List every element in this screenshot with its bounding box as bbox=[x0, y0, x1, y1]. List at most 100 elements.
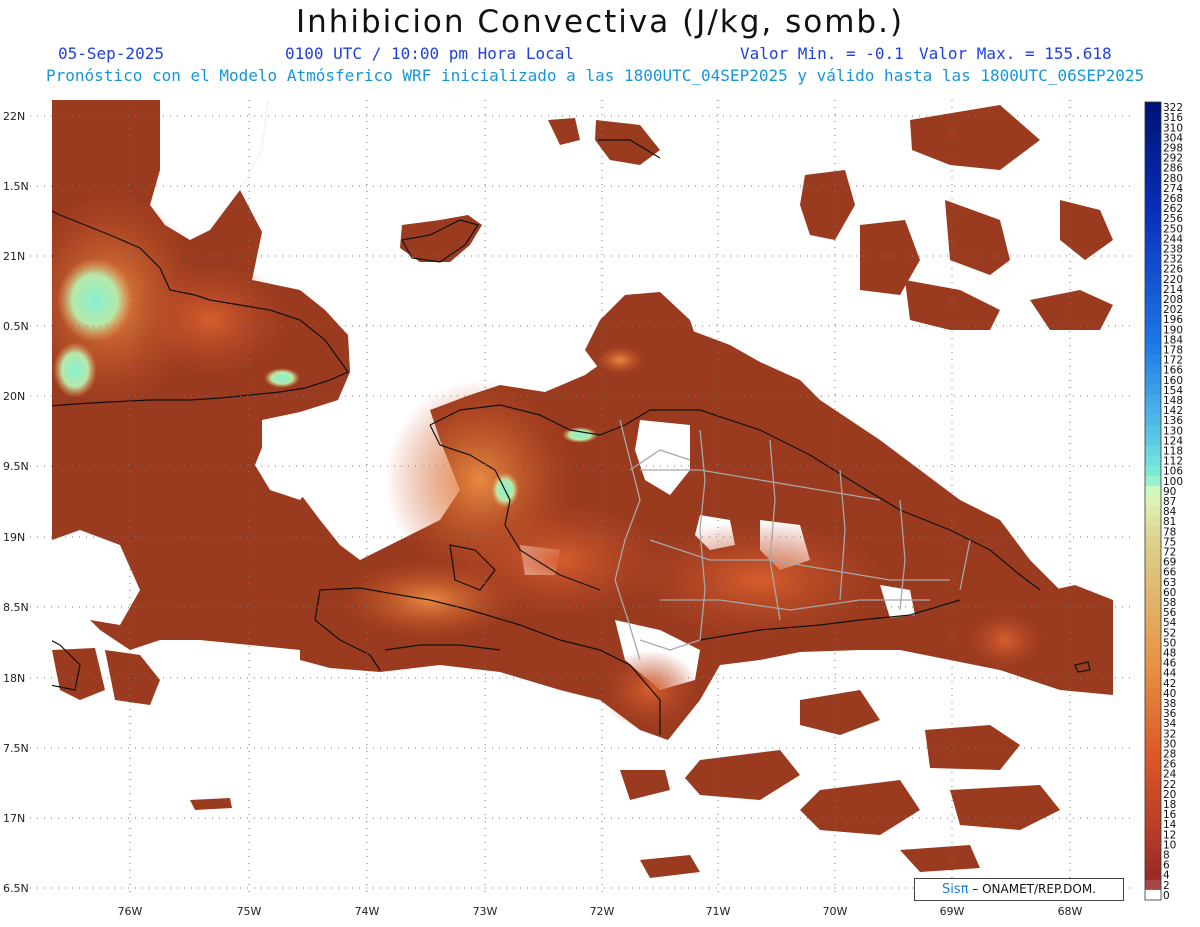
lat-label: 18N bbox=[3, 672, 25, 685]
colorbar-swatch bbox=[1145, 869, 1161, 881]
colorbar-swatch bbox=[1145, 283, 1161, 295]
colorbar-swatch bbox=[1145, 768, 1161, 780]
colorbar-swatch bbox=[1145, 314, 1161, 325]
colorbar-swatch bbox=[1145, 627, 1161, 638]
lon-label: 72W bbox=[590, 905, 615, 918]
colorbar-swatch bbox=[1145, 354, 1161, 366]
colorbar-swatch bbox=[1145, 293, 1161, 305]
colorbar-swatch bbox=[1145, 526, 1161, 537]
colorbar-swatch bbox=[1145, 798, 1161, 810]
lat-label: 19N bbox=[3, 531, 25, 544]
colorbar-swatch bbox=[1145, 243, 1161, 255]
lat-label: 8.5N bbox=[3, 601, 29, 614]
colorbar-swatch bbox=[1145, 778, 1161, 790]
colorbar-swatch bbox=[1145, 324, 1161, 335]
colorbar-swatch bbox=[1145, 506, 1161, 517]
lon-label: 75W bbox=[237, 905, 262, 918]
colorbar-swatch bbox=[1145, 435, 1161, 446]
lat-label: 6.5N bbox=[3, 882, 29, 895]
colorbar-swatch bbox=[1145, 728, 1161, 739]
colorbar-swatch bbox=[1145, 596, 1161, 608]
colorbar-swatch bbox=[1145, 697, 1161, 709]
colorbar-swatch bbox=[1145, 819, 1161, 830]
colorbar-swatch bbox=[1145, 809, 1161, 820]
lon-label: 70W bbox=[823, 905, 848, 918]
colorbar-swatch bbox=[1145, 516, 1161, 527]
colorbar-swatch bbox=[1145, 334, 1161, 345]
colorbar-swatch bbox=[1145, 162, 1161, 174]
lat-label: 17N bbox=[3, 812, 25, 825]
lat-label: 9.5N bbox=[3, 460, 29, 473]
colorbar-swatch bbox=[1145, 172, 1161, 184]
colorbar-swatch bbox=[1145, 586, 1161, 598]
colorbar-swatch bbox=[1145, 667, 1161, 679]
colorbar-swatch bbox=[1145, 122, 1161, 133]
lat-label: 7.5N bbox=[3, 742, 29, 755]
colorbar-swatch bbox=[1145, 425, 1161, 436]
colorbar-swatch bbox=[1145, 738, 1161, 749]
colorbar-swatch bbox=[1145, 394, 1161, 406]
lon-label: 69W bbox=[940, 905, 965, 918]
lat-label: 1.5N bbox=[3, 180, 29, 193]
colorbar-swatch bbox=[1145, 859, 1161, 871]
colorbar-swatch bbox=[1145, 344, 1161, 356]
colorbar-swatch bbox=[1145, 142, 1161, 154]
lon-label: 74W bbox=[355, 905, 380, 918]
colorbar-swatch bbox=[1145, 182, 1161, 194]
colorbar-swatch bbox=[1145, 849, 1161, 861]
colorbar-swatch bbox=[1145, 233, 1161, 244]
colorbar-swatch bbox=[1145, 546, 1161, 558]
colorbar-swatch bbox=[1145, 889, 1161, 901]
colorbar-swatch bbox=[1145, 112, 1161, 123]
colorbar-swatch bbox=[1145, 132, 1161, 143]
colorbar-swatch bbox=[1145, 718, 1161, 729]
colorbar-label: 0 bbox=[1163, 890, 1170, 902]
colorbar-swatch bbox=[1145, 273, 1161, 285]
colorbar-swatch bbox=[1145, 647, 1161, 659]
colorbar-swatch bbox=[1145, 576, 1161, 588]
colorbar-swatch bbox=[1145, 192, 1161, 204]
colorbar-swatch bbox=[1145, 384, 1161, 396]
colorbar-swatch bbox=[1145, 304, 1161, 315]
colorbar-swatch bbox=[1145, 748, 1161, 760]
colorbar-swatch bbox=[1145, 152, 1161, 164]
sispi-logo: Sisπ bbox=[941, 882, 969, 897]
lon-label: 73W bbox=[473, 905, 498, 918]
colorbar-swatch bbox=[1145, 485, 1161, 497]
colorbar-swatch bbox=[1145, 677, 1161, 689]
cin-map: 22N 1.5N 21N 0.5N 20N 9.5N 19N 8.5N 18N … bbox=[3, 100, 1183, 918]
lon-label: 71W bbox=[706, 905, 731, 918]
colorbar-swatch bbox=[1145, 495, 1161, 507]
colorbar-swatch bbox=[1145, 253, 1161, 265]
colorbar-swatch bbox=[1145, 475, 1161, 487]
colorbar-swatch bbox=[1145, 415, 1161, 426]
colorbar-swatch bbox=[1145, 879, 1161, 891]
colorbar-swatch bbox=[1145, 788, 1161, 800]
credit-text: – ONAMET/REP.DOM. bbox=[972, 882, 1096, 896]
credit-box: Sisπ – ONAMET/REP.DOM. bbox=[914, 878, 1124, 901]
colorbar-swatch bbox=[1145, 263, 1161, 275]
colorbar-swatch bbox=[1145, 839, 1161, 850]
colorbar-swatch bbox=[1145, 829, 1161, 840]
colorbar-swatch bbox=[1145, 687, 1161, 699]
colorbar: 3223163103042982922862802742682622562502… bbox=[1144, 101, 1183, 902]
colorbar-swatch bbox=[1145, 465, 1161, 477]
lat-label: 22N bbox=[3, 110, 25, 123]
lat-label: 0.5N bbox=[3, 320, 29, 333]
lon-label: 68W bbox=[1058, 905, 1083, 918]
colorbar-swatch bbox=[1145, 223, 1161, 234]
colorbar-swatch bbox=[1145, 536, 1161, 547]
colorbar-swatch bbox=[1145, 374, 1161, 386]
colorbar-swatch bbox=[1145, 102, 1161, 113]
lon-label: 76W bbox=[118, 905, 143, 918]
colorbar-swatch bbox=[1145, 637, 1161, 648]
lat-label: 21N bbox=[3, 250, 25, 263]
colorbar-swatch bbox=[1145, 445, 1161, 457]
colorbar-swatch bbox=[1145, 364, 1161, 376]
colorbar-swatch bbox=[1145, 213, 1161, 224]
colorbar-swatch bbox=[1145, 556, 1161, 568]
colorbar-swatch bbox=[1145, 455, 1161, 467]
lon-labels: 76W 75W 74W 73W 72W 71W 70W 69W 68W bbox=[118, 905, 1083, 918]
colorbar-swatch bbox=[1145, 758, 1161, 770]
lat-label: 20N bbox=[3, 390, 25, 403]
